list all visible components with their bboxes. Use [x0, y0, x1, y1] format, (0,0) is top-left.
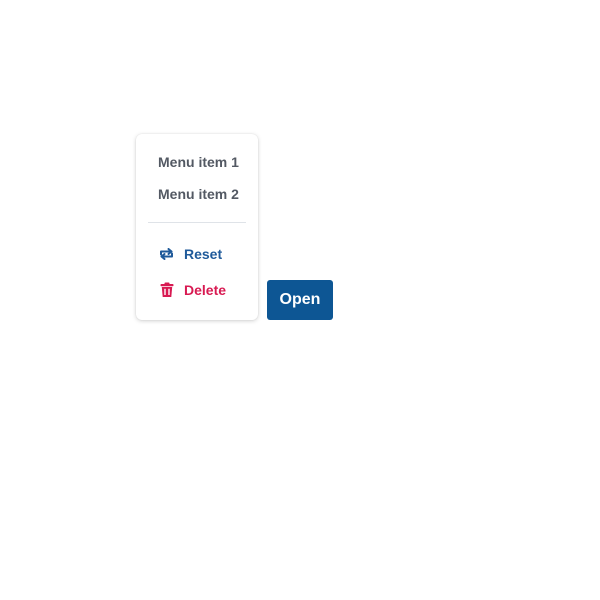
- menu-item-label: Menu item 1: [158, 154, 239, 170]
- reset-label: Reset: [184, 246, 223, 262]
- menu-divider: [148, 222, 246, 223]
- stage: Menu item 1 Menu item 2 Reset Delete Ope…: [0, 0, 600, 600]
- delete-menu-item[interactable]: Delete: [136, 275, 258, 305]
- reset-icon: [158, 246, 175, 262]
- open-button[interactable]: Open: [267, 280, 333, 320]
- menu-item-2[interactable]: Menu item 2: [136, 179, 258, 209]
- reset-menu-item[interactable]: Reset: [136, 239, 258, 269]
- delete-label: Delete: [184, 282, 227, 298]
- menu-item-label: Menu item 2: [158, 186, 239, 202]
- menu-item-1[interactable]: Menu item 1: [136, 147, 258, 177]
- dropdown-menu: Menu item 1 Menu item 2 Reset Delete: [136, 134, 258, 320]
- trash-icon: [158, 282, 175, 298]
